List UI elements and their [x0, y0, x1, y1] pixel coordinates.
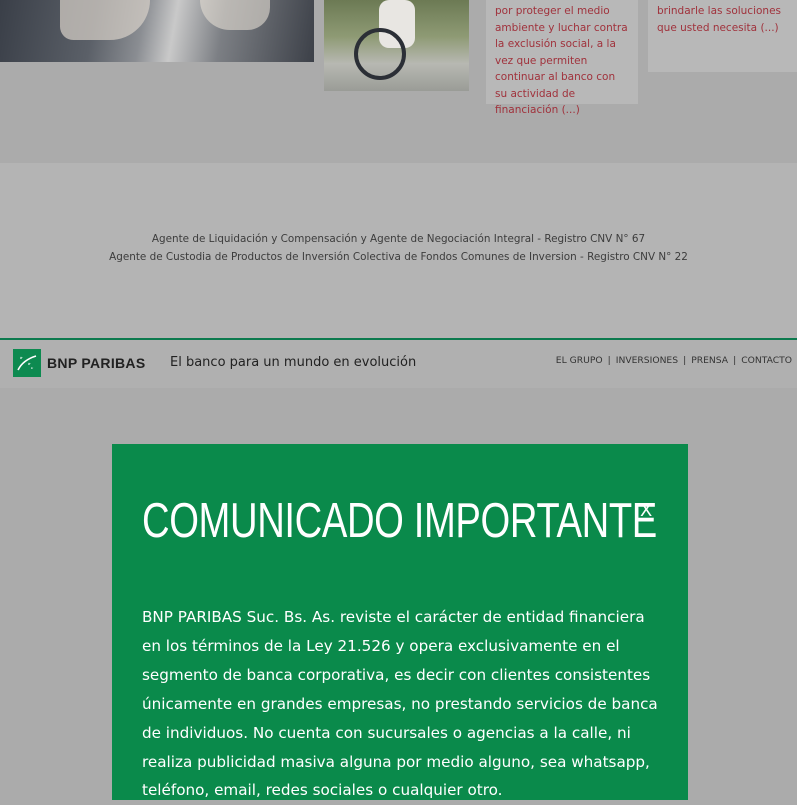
modal-body-text: BNP PARIBAS Suc. Bs. As. reviste el cará…: [142, 608, 658, 800]
top-nav: EL GRUPO | INVERSIONES | PRENSA | CONTAC…: [551, 355, 797, 366]
regulatory-info: Agente de Liquidación y Compensación y A…: [0, 163, 797, 339]
close-button[interactable]: X: [640, 500, 652, 521]
bnp-stars-logo-icon[interactable]: [13, 349, 41, 377]
footer-header-bar: BNP PARIBAS El banco para un mundo en ev…: [0, 338, 797, 388]
nav-link-contacto[interactable]: CONTACTO: [736, 355, 797, 366]
nav-link-inversiones[interactable]: INVERSIONES: [611, 355, 683, 366]
hand-shape-left: [60, 0, 150, 40]
nav-link-el-grupo[interactable]: EL GRUPO: [551, 355, 608, 366]
important-notice-modal: COMUNICADO IMPORTANTE X BNP PARIBAS Suc.…: [112, 444, 688, 800]
nav-link-prensa[interactable]: PRENSA: [686, 355, 733, 366]
wheel-shape: [354, 28, 406, 80]
feature-card-solutions[interactable]: brindarle las soluciones que usted neces…: [648, 0, 797, 72]
regulatory-line-1: Agente de Liquidación y Compensación y A…: [151, 233, 646, 245]
wheelchair-tennis-photo[interactable]: [324, 0, 469, 91]
feature-card-csr[interactable]: por proteger el medio ambiente y luchar …: [486, 0, 638, 116]
feature-card-solutions-text: brindarle las soluciones que usted neces…: [657, 5, 782, 34]
modal-title: COMUNICADO IMPORTANTE: [142, 494, 657, 548]
feature-card-csr-text: por proteger el medio ambiente y luchar …: [495, 5, 628, 116]
handshake-photo[interactable]: [0, 0, 314, 62]
regulatory-line-2: Agente de Custodia de Productos de Inver…: [109, 251, 688, 263]
brand-tagline: El banco para un mundo en evolución: [170, 355, 417, 370]
brand-name[interactable]: BNP PARIBAS: [47, 355, 145, 371]
featured-cards-section: por proteger el medio ambiente y luchar …: [0, 0, 797, 163]
hand-shape-right: [200, 0, 270, 30]
